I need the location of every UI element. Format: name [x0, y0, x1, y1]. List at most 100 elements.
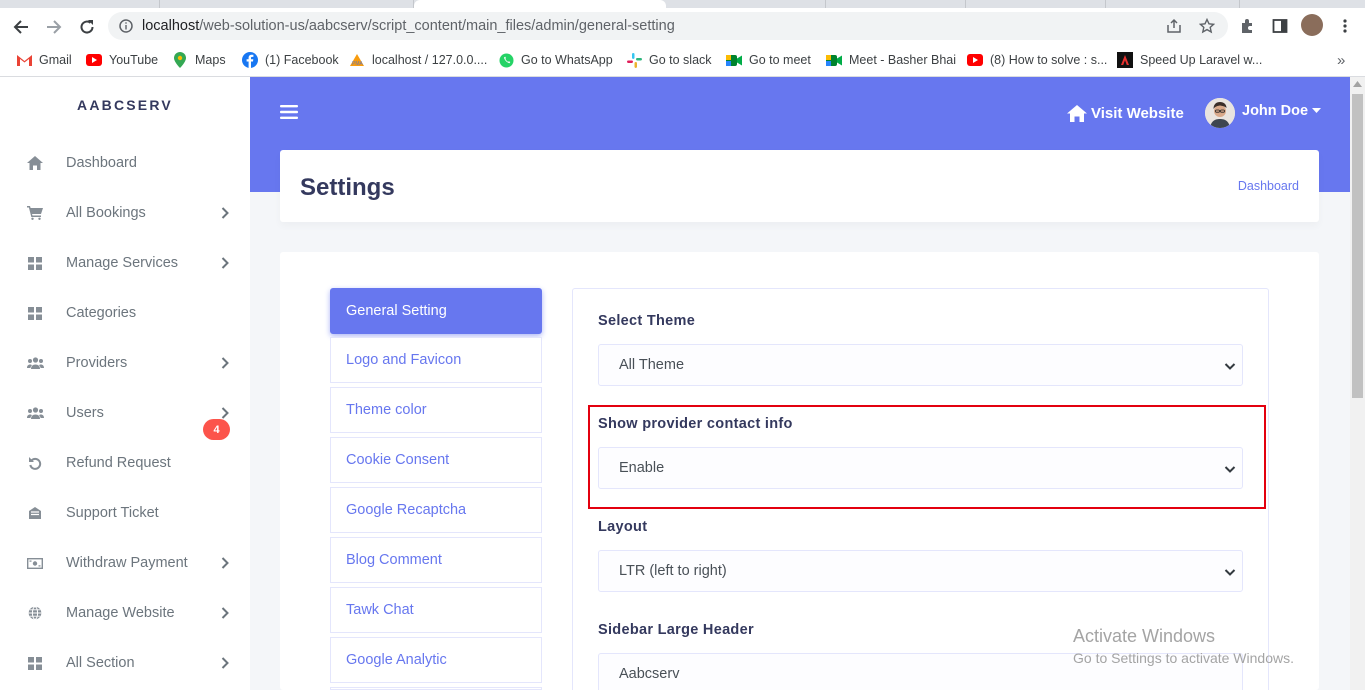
bookmark-label: Go to WhatsApp: [521, 53, 613, 67]
globe-icon: [26, 604, 44, 622]
whatsapp-icon: [498, 52, 514, 68]
share-icon[interactable]: [1166, 18, 1182, 34]
bookmark-laravel[interactable]: Speed Up Laravel w...: [1117, 50, 1262, 70]
support-ticket-count-badge: 4: [203, 419, 230, 440]
kebab-menu-icon[interactable]: [1337, 18, 1353, 34]
sidebar-item-support-ticket[interactable]: Support Ticket: [0, 488, 250, 538]
breadcrumb-dashboard-link[interactable]: Dashboard: [1238, 179, 1299, 193]
chevron-down-icon: [1224, 466, 1236, 473]
scrollbar-thumb[interactable]: [1352, 94, 1363, 398]
info-icon[interactable]: [119, 19, 133, 33]
bookmark-slack[interactable]: Go to slack: [626, 50, 712, 70]
chevron-right-icon: [219, 407, 231, 419]
sidebar-item-withdraw-payment[interactable]: Withdraw Payment: [0, 538, 250, 588]
brand-logo[interactable]: AABCSERV: [0, 97, 250, 113]
extensions-icon[interactable]: [1239, 18, 1255, 34]
tab-cookie-consent[interactable]: Cookie Consent: [330, 437, 542, 483]
caret-down-icon: [1312, 108, 1322, 113]
browser-tab[interactable]: [1106, 0, 1240, 8]
sidebar-item-all-section[interactable]: All Section: [0, 638, 250, 688]
back-button[interactable]: [8, 14, 34, 40]
meet-icon: [826, 52, 842, 68]
page-title: Settings: [300, 174, 395, 201]
sidebar-item-label: All Section: [66, 655, 135, 671]
tab-google-recaptcha[interactable]: Google Recaptcha: [330, 487, 542, 533]
maps-icon: [172, 52, 188, 68]
tab-google-analytic[interactable]: Google Analytic: [330, 637, 542, 683]
sidebar-item-label: Support Ticket: [66, 505, 159, 521]
bookmark-label: Go to meet: [749, 53, 811, 67]
tab-theme-color[interactable]: Theme color: [330, 387, 542, 433]
bookmark-label: Maps: [195, 53, 226, 67]
sidebar-item-refund-request[interactable]: Refund Request: [0, 438, 250, 488]
forward-button[interactable]: [41, 14, 67, 40]
page-scrollbar[interactable]: [1350, 77, 1365, 690]
bookmarks-overflow-button[interactable]: »: [1337, 50, 1345, 70]
bookmark-whatsapp[interactable]: Go to WhatsApp: [498, 50, 613, 70]
tab-general-setting[interactable]: General Setting: [330, 288, 542, 334]
bookmark-maps[interactable]: Maps: [172, 50, 226, 70]
reload-button[interactable]: [74, 14, 100, 40]
provider-contact-dropdown[interactable]: Enable: [598, 447, 1243, 489]
youtube-icon: [967, 52, 983, 68]
bookmark-localhost[interactable]: PMA localhost / 127.0.0....: [349, 50, 487, 70]
browser-tab-active[interactable]: [414, 0, 666, 8]
layout-dropdown[interactable]: LTR (left to right): [598, 550, 1243, 592]
bookmark-facebook[interactable]: (1) Facebook: [242, 50, 339, 70]
sidebar-item-manage-services[interactable]: Manage Services: [0, 238, 250, 288]
grid-icon: [26, 254, 44, 272]
user-avatar[interactable]: [1205, 98, 1235, 128]
home-icon: [26, 154, 44, 172]
back-arrow-icon: [13, 20, 28, 34]
browser-tab[interactable]: [0, 0, 160, 8]
bookmark-meet-basher[interactable]: Meet - Basher Bhai: [826, 50, 956, 70]
star-icon[interactable]: [1199, 18, 1215, 34]
chevron-right-icon: [219, 607, 231, 619]
bookmark-youtube[interactable]: YouTube: [86, 50, 158, 70]
profile-avatar[interactable]: [1301, 14, 1323, 36]
sidebar-item-manage-website[interactable]: Manage Website: [0, 588, 250, 638]
bookmark-gmail[interactable]: Gmail: [16, 50, 72, 70]
provider-contact-value: Enable: [619, 460, 665, 476]
sidebar-large-header-value: Aabcserv: [619, 666, 680, 682]
browser-tab[interactable]: [966, 0, 1106, 8]
money-icon: [26, 554, 44, 572]
sidebar-item-label: Dashboard: [66, 155, 137, 171]
home-icon: [1067, 104, 1087, 122]
browser-tab[interactable]: [666, 0, 826, 8]
user-name: John Doe: [1242, 103, 1309, 119]
url-text: localhost/web-solution-us/aabcserv/scrip…: [142, 18, 675, 34]
menu-toggle-button[interactable]: [280, 104, 298, 120]
bookmark-youtube-solve[interactable]: (8) How to solve : s...: [967, 50, 1107, 70]
chevron-down-icon: [1224, 569, 1236, 576]
gmail-icon: [16, 52, 32, 68]
sidebar-item-label: Users: [66, 405, 104, 421]
youtube-icon: [86, 52, 102, 68]
sidebar-item-label: Refund Request: [66, 455, 171, 471]
visit-website-label: Visit Website: [1091, 104, 1184, 122]
envelope-icon: [26, 504, 44, 522]
user-menu-toggle[interactable]: John Doe: [1242, 103, 1322, 119]
users-icon: [26, 404, 44, 422]
visit-website-link[interactable]: Visit Website: [1067, 102, 1184, 124]
slack-icon: [626, 52, 642, 68]
sidebar-item-categories[interactable]: Categories: [0, 288, 250, 338]
sidebar-large-header-label: Sidebar Large Header: [598, 622, 754, 638]
url-field[interactable]: localhost/web-solution-us/aabcserv/scrip…: [108, 12, 1228, 40]
select-theme-value: All Theme: [619, 357, 685, 373]
phpmyadmin-icon: PMA: [349, 52, 365, 68]
scroll-up-arrow-icon[interactable]: [1353, 81, 1362, 87]
sidebar-item-all-bookings[interactable]: All Bookings: [0, 188, 250, 238]
sidebar-item-providers[interactable]: Providers: [0, 338, 250, 388]
browser-tab[interactable]: [826, 0, 966, 8]
provider-contact-label: Show provider contact info: [598, 416, 793, 432]
hamburger-icon: [280, 105, 298, 119]
tab-blog-comment[interactable]: Blog Comment: [330, 537, 542, 583]
sidepanel-icon[interactable]: [1272, 18, 1288, 34]
tab-logo-and-favicon[interactable]: Logo and Favicon: [330, 337, 542, 383]
tab-tawk-chat[interactable]: Tawk Chat: [330, 587, 542, 633]
select-theme-dropdown[interactable]: All Theme: [598, 344, 1243, 386]
bookmark-meet[interactable]: Go to meet: [726, 50, 811, 70]
sidebar-item-dashboard[interactable]: Dashboard: [0, 138, 250, 188]
browser-tab[interactable]: [160, 0, 414, 8]
